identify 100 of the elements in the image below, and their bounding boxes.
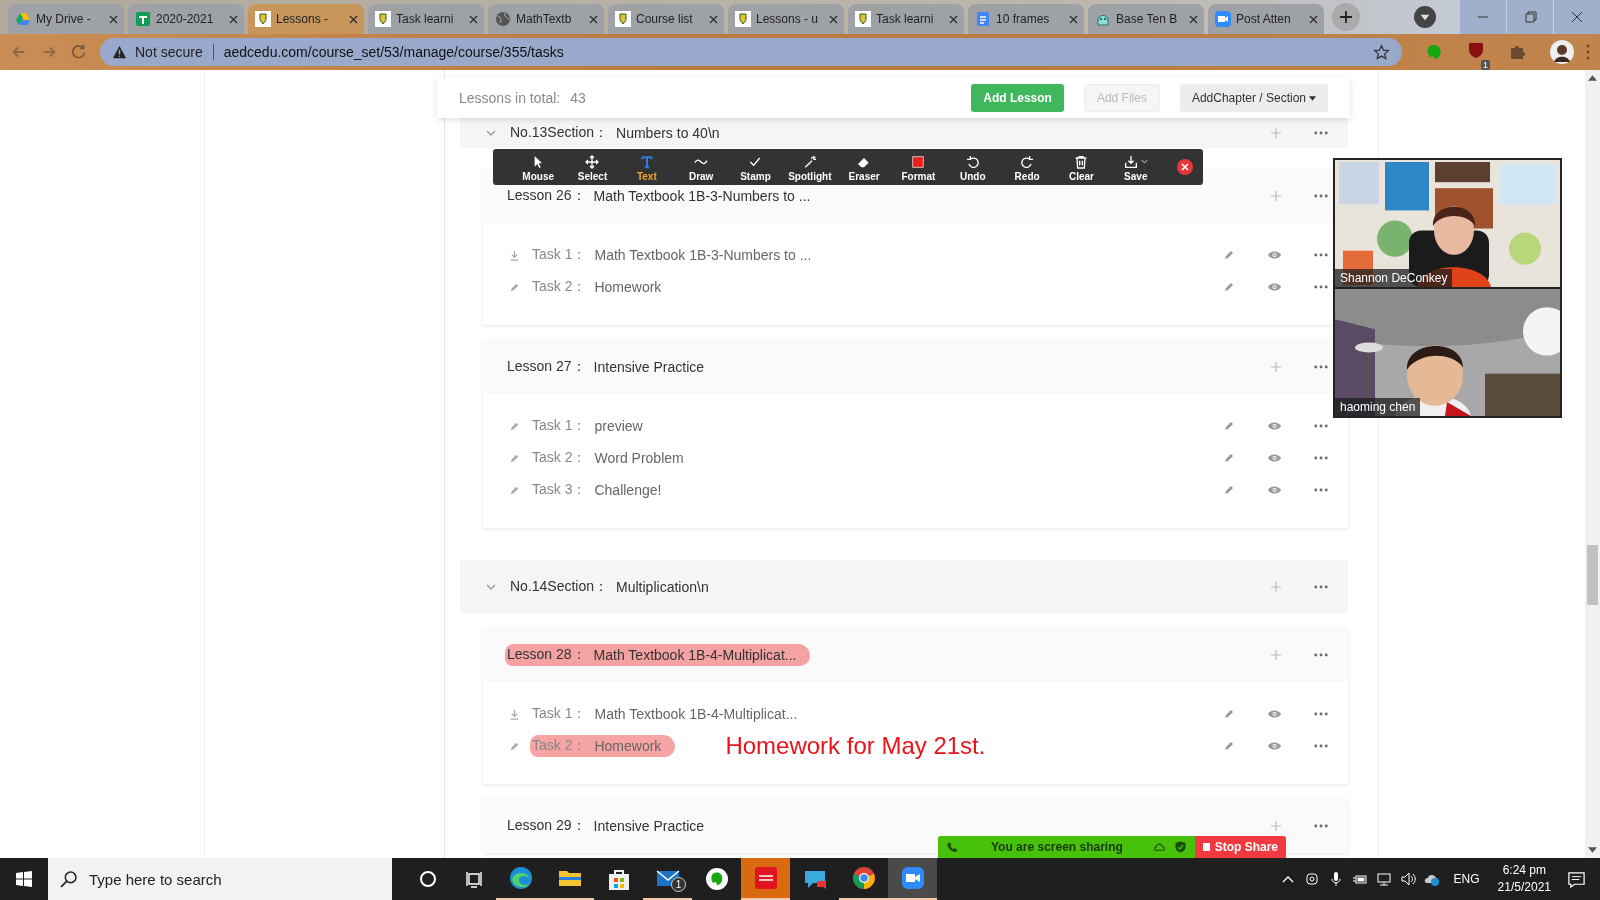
more-icon[interactable]: [1314, 488, 1328, 492]
browser-tab[interactable]: 10 frames: [968, 4, 1084, 34]
menu-icon[interactable]: [1586, 44, 1590, 60]
taskbar-app[interactable]: [888, 858, 937, 900]
eye-icon[interactable]: [1267, 282, 1282, 292]
more-icon[interactable]: [1314, 365, 1328, 369]
add-chapter-dropdown[interactable]: AddChapter / Section: [1179, 84, 1328, 112]
browser-tab[interactable]: 2020-2021: [128, 4, 244, 34]
stop-share-button[interactable]: Stop Share: [1195, 836, 1286, 858]
annotation-tool[interactable]: Mouse: [511, 152, 566, 182]
annotation-tool[interactable]: Undo: [945, 152, 1000, 182]
clock-date[interactable]: 21/5/2021: [1497, 879, 1551, 896]
section-row[interactable]: No.13Section： Numbers to 40\n: [460, 118, 1348, 148]
camera-icon[interactable]: [1303, 871, 1320, 887]
browser-tab[interactable]: Base Ten B: [1088, 4, 1204, 34]
close-icon[interactable]: [469, 14, 478, 24]
close-icon[interactable]: [829, 14, 838, 24]
annotation-tool[interactable]: Eraser: [836, 152, 892, 182]
annotation-tool[interactable]: Clear: [1054, 152, 1109, 182]
annotation-tool[interactable]: Stamp: [728, 152, 783, 182]
close-icon[interactable]: [349, 14, 358, 24]
pencil-icon[interactable]: [1223, 452, 1235, 464]
caret-icon[interactable]: [1141, 159, 1149, 164]
close-icon[interactable]: [229, 14, 238, 24]
lesson-title: Math Textbook 1B-4-Multiplicat...: [593, 647, 797, 663]
pencil-icon[interactable]: [1223, 740, 1235, 752]
new-tab-button[interactable]: [1332, 3, 1360, 31]
pencil-icon[interactable]: [1223, 249, 1235, 261]
close-icon[interactable]: [949, 14, 958, 24]
eye-icon[interactable]: [1267, 485, 1282, 495]
scrollbar-thumb[interactable]: [1587, 545, 1598, 605]
browser-tab[interactable]: Post Atten: [1208, 4, 1324, 34]
speaker-icon[interactable]: [1399, 871, 1416, 887]
star-icon[interactable]: [1373, 43, 1390, 61]
browser-tab[interactable]: Task learni: [368, 4, 484, 34]
annotation-tool[interactable]: Draw: [674, 152, 729, 182]
browser-tab[interactable]: My Drive -: [8, 4, 124, 34]
more-icon[interactable]: [1314, 824, 1328, 828]
close-icon[interactable]: [1189, 14, 1198, 24]
task-title[interactable]: Math Textbook 1B-3-Numbers to ...: [594, 247, 812, 263]
task-view-icon[interactable]: [464, 869, 484, 889]
task-title[interactable]: preview: [594, 418, 643, 434]
profile-avatar[interactable]: [1550, 40, 1574, 64]
pencil-icon[interactable]: [1223, 708, 1235, 720]
tab-search-icon[interactable]: [1414, 6, 1436, 28]
taskbar-app[interactable]: 1: [643, 858, 692, 900]
annotation-tool[interactable]: Text: [619, 152, 674, 182]
more-icon[interactable]: [1314, 253, 1328, 257]
browser-tab[interactable]: Course list: [608, 4, 724, 34]
eye-icon[interactable]: [1267, 250, 1282, 260]
annotation-tool[interactable]: Save: [1108, 152, 1163, 182]
section-row[interactable]: No.14Section： Multiplication\n: [460, 560, 1348, 613]
language-indicator[interactable]: ENG: [1453, 872, 1480, 886]
eye-icon[interactable]: [1267, 453, 1282, 463]
shield-icon[interactable]: [1466, 40, 1486, 60]
more-icon[interactable]: [1314, 712, 1328, 716]
eye-icon[interactable]: [1267, 421, 1282, 431]
windows-start-icon[interactable]: [16, 871, 32, 887]
pencil-icon[interactable]: [1223, 484, 1235, 496]
taskbar-search-field[interactable]: Type here to search: [48, 858, 392, 900]
annotation-tool[interactable]: Spotlight: [782, 152, 837, 182]
clock-time[interactable]: 6:24 pm: [1502, 862, 1546, 879]
task-title[interactable]: Homework: [594, 279, 662, 295]
more-icon[interactable]: [1314, 194, 1328, 198]
close-icon[interactable]: [1069, 14, 1078, 24]
annotation-tool[interactable]: Redo: [999, 152, 1055, 182]
more-icon[interactable]: [1314, 744, 1328, 748]
cloud-icon: [1153, 841, 1166, 853]
pencil-icon[interactable]: [1223, 420, 1235, 432]
scroll-down-icon[interactable]: [1588, 847, 1597, 853]
more-icon[interactable]: [1314, 456, 1328, 460]
notification-icon[interactable]: [1567, 869, 1586, 889]
circle-icon[interactable]: [418, 869, 438, 889]
annotation-tool[interactable]: Format: [891, 152, 946, 182]
more-icon[interactable]: [1314, 285, 1328, 289]
close-icon[interactable]: [589, 14, 598, 24]
school-logo-icon: [375, 11, 391, 27]
scroll-up-icon[interactable]: [1588, 75, 1597, 81]
browser-tab[interactable]: MathTextb: [488, 4, 604, 34]
pencil-icon[interactable]: [1223, 281, 1235, 293]
browser-tab[interactable]: Lessons -: [248, 4, 364, 34]
browser-tab[interactable]: Task learni: [848, 4, 964, 34]
task-title[interactable]: Challenge!: [594, 482, 662, 498]
task-title[interactable]: Math Textbook 1B-4-Multiplicat...: [594, 706, 798, 722]
annotation-tool[interactable]: Select: [565, 152, 620, 182]
network-icon[interactable]: [1375, 871, 1392, 887]
more-icon[interactable]: [1314, 653, 1328, 657]
close-icon[interactable]: [1309, 14, 1318, 24]
eye-icon[interactable]: [1267, 741, 1282, 751]
more-icon[interactable]: [1314, 584, 1328, 589]
close-icon[interactable]: [1176, 159, 1193, 175]
browser-tab[interactable]: Lessons - u: [728, 4, 844, 34]
close-icon[interactable]: [109, 14, 118, 24]
task-label: Task 1：: [532, 417, 587, 435]
more-icon[interactable]: [1314, 131, 1328, 135]
address-bar[interactable]: Not secure aedcedu.com/course_set/53/manage/course/355/tasks: [100, 38, 1402, 66]
task-title[interactable]: Word Problem: [594, 450, 684, 466]
eye-icon[interactable]: [1267, 709, 1282, 719]
more-icon[interactable]: [1314, 424, 1328, 428]
close-icon[interactable]: [709, 14, 718, 24]
